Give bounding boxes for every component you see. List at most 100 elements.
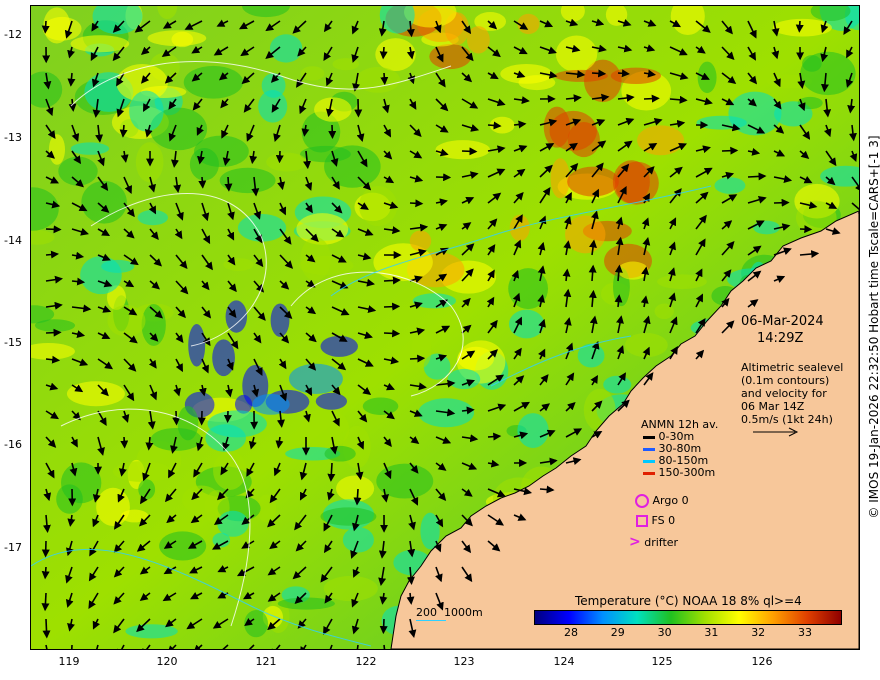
velocity-arrow <box>41 592 50 612</box>
temperature-patch <box>409 230 432 252</box>
map-time: 14:29Z <box>757 331 804 346</box>
temperature-patch <box>567 166 619 197</box>
velocity-arrow <box>487 121 502 130</box>
colorbar-tick-label: 33 <box>798 626 812 639</box>
velocity-arrow <box>198 176 207 189</box>
lon-label-126: 126 <box>751 655 773 668</box>
drifter-chevron-icon: > <box>629 534 641 550</box>
anmn-item-3: 150-300m <box>643 466 715 479</box>
note-line-3: and velocity for <box>741 387 827 400</box>
velocity-arrow <box>383 276 401 285</box>
velocity-arrow <box>41 20 50 34</box>
note-line-4: 06 Mar 14Z <box>741 400 805 413</box>
anmn-swatch-1 <box>643 447 655 451</box>
velocity-arrow <box>379 618 388 635</box>
velocity-arrow <box>409 354 426 363</box>
temperature-patch <box>223 258 254 271</box>
temperature-patch <box>300 66 325 81</box>
argo-legend: Argo 0 <box>635 494 689 508</box>
argo-circle-icon <box>635 494 649 508</box>
fs-square-icon <box>636 515 648 527</box>
temperature-patch <box>315 392 348 410</box>
lat-label-13: -13 <box>4 131 22 144</box>
temperature-patch <box>258 90 288 123</box>
bathy-legend: 200 1000m <box>416 606 483 619</box>
velocity-arrow <box>353 488 362 506</box>
temperature-patch <box>177 405 199 441</box>
temperature-patch <box>48 134 66 165</box>
lon-label-121: 121 <box>255 655 277 668</box>
temperature-patch <box>466 26 490 54</box>
temperature-patch <box>323 575 378 602</box>
lon-label-120: 120 <box>156 655 178 668</box>
temperature-patch <box>112 461 172 482</box>
velocity-arrow <box>747 172 767 181</box>
note-line-5: 0.5m/s (1kt 24h) <box>741 413 833 426</box>
temperature-patch <box>362 397 399 415</box>
map-date: 06-Mar-2024 <box>741 314 824 329</box>
lon-label-124: 124 <box>553 655 575 668</box>
velocity-arrow <box>795 20 804 33</box>
lat-label-15: -15 <box>4 336 22 349</box>
velocity-arrow <box>539 485 555 494</box>
lat-label-17: -17 <box>4 541 22 554</box>
temperature-patch <box>412 293 457 309</box>
temperature-patch <box>277 597 335 610</box>
velocity-arrow <box>42 618 51 639</box>
colorbar-tick-label: 29 <box>610 626 625 639</box>
temperature-patch <box>66 381 125 407</box>
velocity-arrow <box>67 72 76 87</box>
velocity-arrow <box>45 225 62 234</box>
temperature-patch <box>324 445 356 462</box>
temperature-patch <box>508 309 545 339</box>
temperature-patch <box>129 90 164 132</box>
temperature-patch <box>107 304 146 337</box>
temperature-patch <box>269 34 303 63</box>
velocity-arrow <box>380 72 389 86</box>
fs-legend: FS 0 <box>636 514 675 527</box>
temperature-patch <box>610 67 662 84</box>
velocity-arrow <box>45 250 59 259</box>
anmn-swatch-0 <box>643 435 655 439</box>
colorbar-title: Temperature (°C) NOAA 18 8% ql>=4 <box>575 594 802 608</box>
lat-label-12: -12 <box>4 28 22 41</box>
colorbar-tick-label: 28 <box>564 626 578 639</box>
temperature-patch <box>314 97 352 122</box>
colorbar-tick-label: 31 <box>704 626 719 639</box>
temperature-patch <box>125 624 178 639</box>
temperature-patch <box>543 106 571 148</box>
temperature-patch <box>657 274 707 290</box>
temperature-patch <box>603 375 632 394</box>
temperature-patch <box>555 35 598 73</box>
lon-label-125: 125 <box>651 655 673 668</box>
temperature-patch <box>411 332 432 369</box>
lon-label-123: 123 <box>453 655 475 668</box>
temperature-patch <box>375 38 416 71</box>
temperature-patch <box>697 61 717 94</box>
temperature-patch <box>753 220 780 235</box>
temperature-patch <box>714 177 746 194</box>
temperature-patch <box>213 451 247 490</box>
velocity-arrow <box>120 436 129 449</box>
temperature-patch <box>550 158 570 199</box>
note-line-1: Altimetric sealevel <box>741 361 844 374</box>
temperature-patch <box>696 115 747 130</box>
velocity-arrow <box>721 146 739 155</box>
temperature-patch <box>189 148 219 181</box>
sst-map[interactable]: 06-Mar-2024 14:29Z Altimetric sealevel (… <box>30 5 860 650</box>
temperature-patch <box>447 368 481 390</box>
drifter-legend: > drifter <box>629 534 679 550</box>
temperature-patch <box>137 209 169 226</box>
anmn-swatch-2 <box>643 459 655 463</box>
velocity-arrow <box>224 176 233 192</box>
velocity-arrow <box>327 462 336 482</box>
temperature-patch <box>332 58 360 71</box>
temperature-patch <box>517 413 549 448</box>
velocity-arrow <box>383 302 401 311</box>
velocity-arrow <box>487 432 502 441</box>
lon-label-119: 119 <box>58 655 80 668</box>
velocity-arrow <box>41 566 50 580</box>
velocity-arrow <box>383 329 401 338</box>
temperature-patch <box>270 303 290 337</box>
temperature-patch <box>42 16 82 41</box>
